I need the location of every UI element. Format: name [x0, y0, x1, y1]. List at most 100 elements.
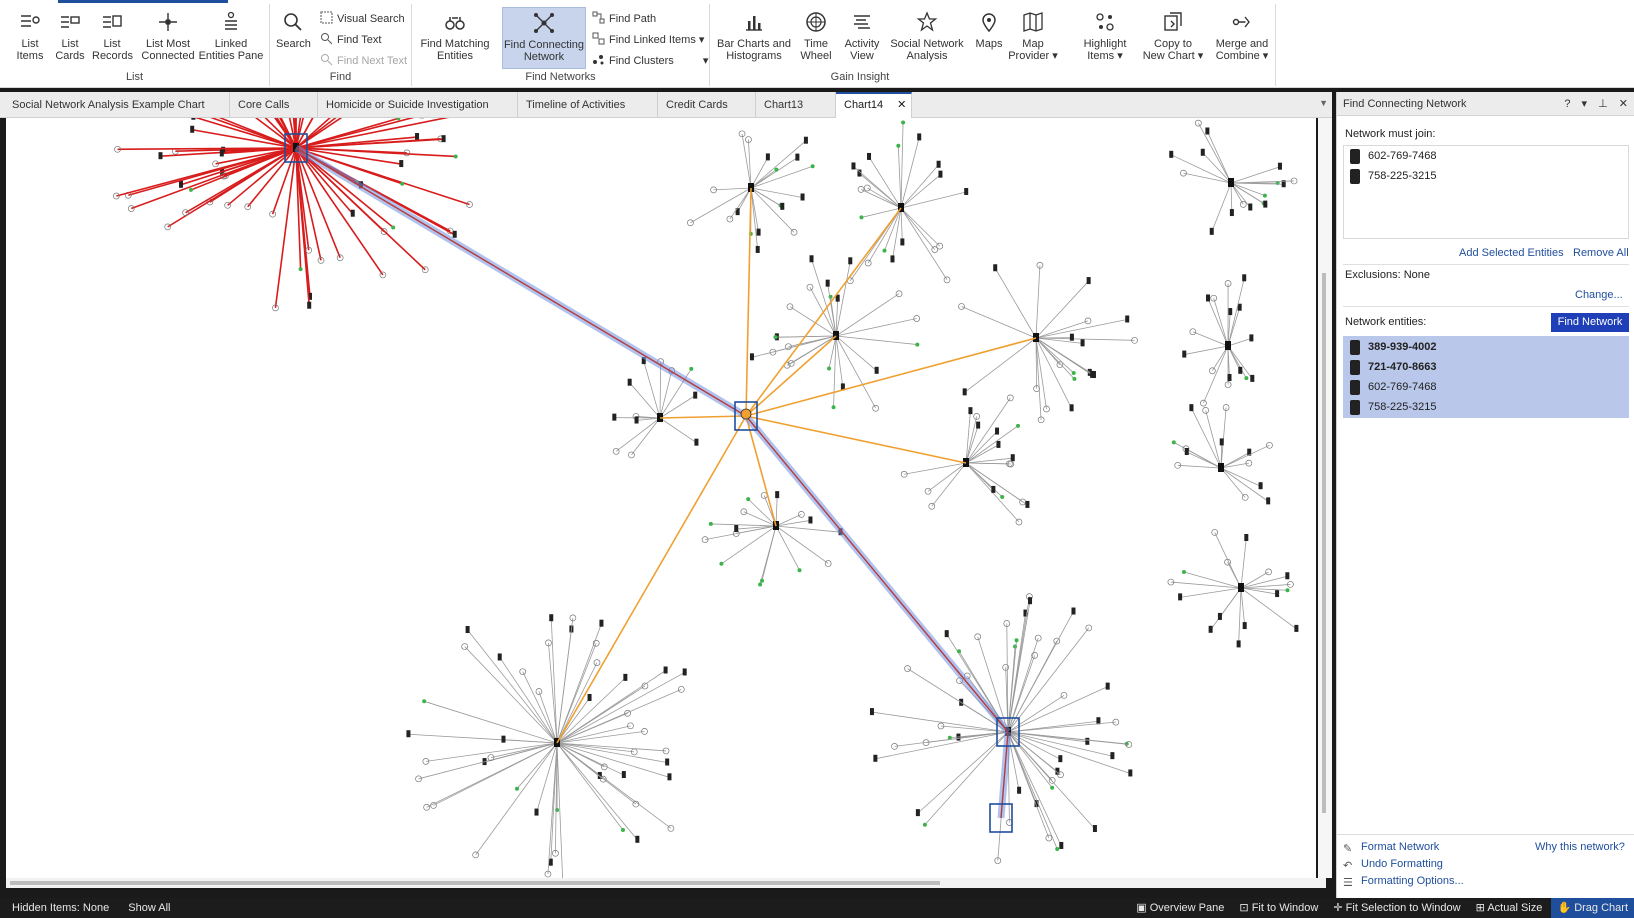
phone-entity[interactable]: [1025, 500, 1030, 508]
tab-credit-cards[interactable]: Credit Cards: [658, 92, 756, 118]
phone-entity[interactable]: [635, 835, 640, 843]
phone-entity[interactable]: [874, 366, 879, 374]
network-link[interactable]: [1007, 731, 1058, 850]
phone-entity[interactable]: [1263, 200, 1268, 208]
phone-entity[interactable]: [1205, 127, 1210, 135]
entity-marker[interactable]: [746, 497, 751, 502]
phone-entity[interactable]: [867, 152, 872, 160]
network-link[interactable]: [1035, 337, 1074, 374]
list-cards-button[interactable]: List Cards: [52, 10, 88, 62]
network-link[interactable]: [659, 361, 662, 419]
phone-entity[interactable]: [851, 162, 856, 170]
phone-entity[interactable]: [406, 730, 411, 738]
entity-marker[interactable]: [453, 154, 458, 159]
phone-entity[interactable]: [1242, 622, 1247, 630]
phone-entity[interactable]: [900, 238, 905, 246]
phone-entity[interactable]: [1242, 274, 1247, 282]
entity-marker[interactable]: [1016, 423, 1021, 428]
phone-entity[interactable]: [307, 301, 312, 309]
network-link[interactable]: [713, 187, 752, 191]
tab-chart13[interactable]: Chart13: [756, 92, 836, 118]
phone-entity[interactable]: [627, 378, 632, 386]
phone-entity[interactable]: [548, 858, 553, 866]
phone-entity[interactable]: [621, 771, 626, 779]
network-link[interactable]: [917, 731, 1009, 814]
linked-entities-pane-button[interactable]: Linked Entities Pane: [198, 10, 264, 62]
list-item[interactable]: 758-225-3215: [1344, 397, 1628, 417]
network-link[interactable]: [1238, 587, 1242, 645]
phone-entity[interactable]: [1206, 294, 1211, 302]
person-entity[interactable]: [1208, 367, 1216, 375]
phone-entity[interactable]: [497, 653, 502, 661]
show-all-link[interactable]: Show All: [128, 902, 170, 914]
network-link[interactable]: [556, 742, 667, 752]
phone-entity[interactable]: [995, 427, 1000, 435]
find-network-button[interactable]: Find Network: [1551, 313, 1629, 332]
network-link[interactable]: [994, 268, 1037, 339]
phone-entity[interactable]: [1277, 162, 1282, 170]
pin-icon[interactable]: ⊥: [1598, 98, 1608, 110]
phone-entity[interactable]: [634, 416, 639, 424]
entity-marker[interactable]: [831, 405, 836, 410]
merge-and-combine-button[interactable]: Merge and Combine ▾: [1210, 10, 1274, 62]
list-item[interactable]: 389-939-4002: [1344, 337, 1628, 357]
network-link[interactable]: [1177, 464, 1222, 469]
entity-marker[interactable]: [1181, 569, 1186, 574]
network-link[interactable]: [1213, 298, 1229, 347]
network-link[interactable]: [900, 122, 904, 209]
phone-entity[interactable]: [915, 809, 920, 817]
person-entity[interactable]: [182, 209, 189, 217]
network-link[interactable]: [556, 643, 597, 744]
network-link[interactable]: [475, 742, 558, 856]
phone-entity[interactable]: [1250, 374, 1255, 382]
phone-entity[interactable]: [1244, 533, 1249, 541]
time-wheel-button[interactable]: Time Wheel: [796, 10, 836, 62]
entity-marker[interactable]: [400, 181, 405, 186]
entity-marker[interactable]: [708, 521, 713, 526]
phone-entity[interactable]: [1285, 572, 1290, 580]
network-link[interactable]: [659, 395, 696, 419]
list-item[interactable]: 721-470-8663: [1344, 357, 1628, 377]
phone-entity[interactable]: [1085, 737, 1090, 745]
entity-marker[interactable]: [391, 225, 396, 230]
entity-marker[interactable]: [514, 786, 519, 791]
network-link[interactable]: [835, 293, 900, 337]
cluster-hub-entity[interactable]: [1238, 583, 1244, 592]
remove-all-link[interactable]: Remove All: [1573, 247, 1629, 259]
tab-core-calls[interactable]: Core Calls: [230, 92, 318, 118]
horizontal-scrollbar[interactable]: [6, 878, 1326, 888]
phone-entity[interactable]: [1058, 755, 1063, 763]
social-network-analysis-button[interactable]: Social Network Analysis: [888, 10, 966, 62]
entity-marker[interactable]: [422, 699, 427, 704]
phone-entity[interactable]: [1028, 597, 1033, 605]
network-link[interactable]: [775, 525, 829, 564]
tab-social-network-analysis[interactable]: Social Network Analysis Example Chart: [4, 92, 230, 118]
network-link[interactable]: [1227, 338, 1252, 347]
network-link[interactable]: [1240, 537, 1247, 589]
find-matching-entities-button[interactable]: Find Matching Entities: [416, 10, 494, 62]
network-link[interactable]: [538, 691, 558, 744]
network-link[interactable]: [659, 417, 697, 444]
entity-marker[interactable]: [882, 248, 887, 253]
phone-entity[interactable]: [1092, 825, 1097, 833]
phone-entity[interactable]: [534, 808, 539, 816]
network-link[interactable]: [1227, 345, 1253, 380]
phone-entity[interactable]: [1294, 624, 1299, 632]
phone-entity[interactable]: [1069, 333, 1074, 341]
entity-marker[interactable]: [773, 335, 778, 340]
network-link[interactable]: [426, 742, 558, 808]
cluster-hub-entity[interactable]: [1033, 333, 1039, 342]
cluster-hub-entity[interactable]: [1228, 178, 1234, 187]
network-link[interactable]: [965, 462, 1028, 506]
phone-entity[interactable]: [749, 353, 754, 361]
network-link[interactable]: [1220, 444, 1270, 469]
phone-entity[interactable]: [873, 754, 878, 762]
phone-entity[interactable]: [890, 255, 895, 263]
phone-entity[interactable]: [587, 694, 592, 702]
phone-entity[interactable]: [1209, 227, 1214, 235]
close-pane-icon[interactable]: ✕: [1619, 98, 1628, 110]
network-link[interactable]: [884, 207, 902, 251]
network-link[interactable]: [904, 462, 967, 475]
phone-entity[interactable]: [1096, 717, 1101, 725]
tab-timeline-of-activities[interactable]: Timeline of Activities: [518, 92, 658, 118]
